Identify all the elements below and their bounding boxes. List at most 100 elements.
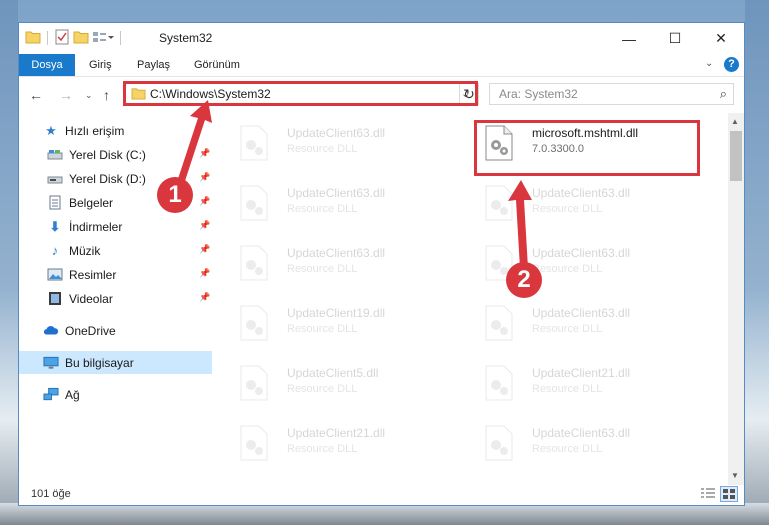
close-button[interactable]: ✕ (698, 23, 744, 54)
forward-arrow-icon[interactable]: → (59, 87, 73, 103)
sidebar-item-label: Yerel Disk (D:) (69, 171, 146, 186)
file-name: UpdateClient63.dll (532, 246, 631, 260)
pin-icon[interactable]: 📌 (199, 268, 210, 279)
step-2-badge: 2 (506, 262, 542, 298)
tab-view[interactable]: Görünüm (184, 54, 250, 76)
back-arrow-icon[interactable]: ← (29, 87, 43, 103)
status-bar: 101 öğe (19, 485, 744, 505)
sidebar-item-onedrive[interactable]: OneDrive (19, 319, 236, 342)
pin-icon[interactable]: 📌 (199, 172, 210, 183)
scroll-up-arrow-icon[interactable]: ▲ (731, 117, 739, 126)
file-name: UpdateClient63.dll (532, 186, 631, 200)
new-folder-icon[interactable] (73, 30, 89, 47)
qat-separator (120, 31, 121, 45)
file-item[interactable]: UpdateClient63.dll Resource DLL (233, 239, 453, 287)
dll-file-icon (240, 365, 268, 401)
file-name: UpdateClient21.dll (287, 426, 386, 440)
file-type: Resource DLL (287, 323, 358, 335)
file-type: Resource DLL (287, 263, 358, 275)
maximize-button[interactable]: ☐ (652, 23, 698, 54)
file-name: UpdateClient63.dll (287, 126, 386, 140)
sidebar-item-label: İndirmeler (69, 219, 123, 234)
network-icon (43, 387, 59, 403)
sidebar-item-local-disk-c[interactable]: Yerel Disk (C:) 📌 (19, 143, 240, 166)
sidebar-item-downloads[interactable]: ⬇ İndirmeler 📌 (19, 215, 240, 238)
step-1-badge: 1 (157, 177, 193, 213)
vertical-scrollbar[interactable]: ▲ ▼ (728, 113, 744, 485)
details-view-icon[interactable] (700, 487, 716, 501)
file-item[interactable]: UpdateClient21.dll Resource DLL (233, 419, 453, 467)
sidebar-item-network[interactable]: Ağ (19, 383, 236, 406)
search-placeholder[interactable]: Ara: System32 (499, 87, 578, 101)
documents-icon (47, 195, 63, 211)
pin-icon[interactable]: 📌 (199, 244, 210, 255)
file-name: UpdateClient63.dll (532, 426, 631, 440)
file-name: UpdateClient63.dll (287, 186, 386, 200)
dll-file-icon (485, 425, 513, 461)
sidebar-item-this-pc[interactable]: Bu bilgisayar (19, 351, 212, 374)
pin-icon[interactable]: 📌 (199, 196, 210, 207)
large-icons-view-icon[interactable] (720, 486, 738, 502)
up-arrow-icon[interactable]: ↑ (103, 87, 110, 103)
help-icon[interactable]: ? (724, 57, 739, 72)
downloads-icon: ⬇ (49, 218, 61, 234)
file-highlight (474, 120, 700, 176)
file-item[interactable]: UpdateClient63.dll Resource DLL (233, 179, 453, 227)
sidebar-item-label: Bu bilgisayar (65, 355, 134, 370)
file-item[interactable]: UpdateClient63.dll Resource DLL (478, 419, 698, 467)
scrollbar-thumb[interactable] (730, 131, 742, 181)
sidebar-item-pictures[interactable]: Resimler 📌 (19, 263, 240, 286)
pictures-icon (47, 267, 63, 283)
sidebar-item-quick-access[interactable]: ★ Hızlı erişim (19, 119, 236, 142)
dll-file-icon (240, 185, 268, 221)
file-type: Resource DLL (532, 443, 603, 455)
item-count: 101 öğe (31, 488, 71, 500)
sidebar-item-local-disk-d[interactable]: Yerel Disk (D:) 📌 (19, 167, 240, 190)
file-item[interactable]: UpdateClient63.dll Resource DLL (233, 119, 453, 167)
sidebar-item-documents[interactable]: Belgeler 📌 (19, 191, 240, 214)
search-icon: ⌕ (719, 86, 727, 101)
search-box[interactable]: Ara: System32 ⌕ (489, 83, 734, 105)
recent-locations-chevron-icon[interactable]: ⌄ (85, 90, 93, 101)
tab-file[interactable]: Dosya (19, 54, 75, 76)
pin-icon[interactable]: 📌 (199, 148, 210, 159)
minimize-button[interactable]: — (606, 23, 652, 54)
sidebar-item-label: Videolar (69, 291, 113, 306)
navigation-pane: ★ Hızlı erişim Yerel Disk (C:) 📌 Yerel D… (19, 113, 212, 485)
scroll-down-arrow-icon[interactable]: ▼ (731, 471, 739, 480)
file-type: Resource DLL (532, 323, 603, 335)
title-bar: System32 — ☐ ✕ (19, 23, 744, 54)
expand-ribbon-chevron-icon[interactable]: ⌄ (705, 58, 713, 69)
file-type: Resource DLL (532, 383, 603, 395)
sidebar-item-label: Ağ (65, 387, 80, 402)
sidebar-item-label: Hızlı erişim (65, 123, 125, 138)
tab-home[interactable]: Giriş (79, 54, 122, 76)
tab-share[interactable]: Paylaş (127, 54, 180, 76)
sidebar-item-label: Yerel Disk (C:) (69, 147, 146, 162)
sidebar-item-videos[interactable]: Videolar 📌 (19, 287, 240, 310)
music-icon: ♪ (51, 243, 59, 258)
videos-icon (47, 291, 63, 307)
dll-file-icon (485, 305, 513, 341)
file-type: Resource DLL (287, 143, 358, 155)
desktop-background-left (0, 0, 18, 525)
desktop-background-right (745, 0, 769, 525)
properties-icon[interactable] (54, 29, 70, 48)
sidebar-item-label: Müzik (69, 243, 101, 258)
desktop-background-bottom (0, 503, 769, 525)
dll-file-icon (240, 125, 268, 161)
sidebar-item-music[interactable]: ♪ Müzik 📌 (19, 239, 240, 262)
ribbon-tabs: Dosya Giriş Paylaş Görünüm ⌄ ? (19, 54, 744, 77)
file-name: UpdateClient5.dll (287, 366, 379, 380)
pin-icon[interactable]: 📌 (199, 292, 210, 303)
file-item[interactable]: UpdateClient21.dll Resource DLL (478, 359, 698, 407)
file-item[interactable]: UpdateClient63.dll Resource DLL (478, 179, 698, 227)
customize-icon[interactable] (92, 30, 114, 47)
dll-file-icon (240, 305, 268, 341)
file-type: Resource DLL (287, 383, 358, 395)
file-item[interactable]: UpdateClient5.dll Resource DLL (233, 359, 453, 407)
pin-icon[interactable]: 📌 (199, 220, 210, 231)
file-item[interactable]: UpdateClient63.dll Resource DLL (478, 299, 698, 347)
cloud-icon (43, 323, 59, 339)
file-item[interactable]: UpdateClient19.dll Resource DLL (233, 299, 453, 347)
